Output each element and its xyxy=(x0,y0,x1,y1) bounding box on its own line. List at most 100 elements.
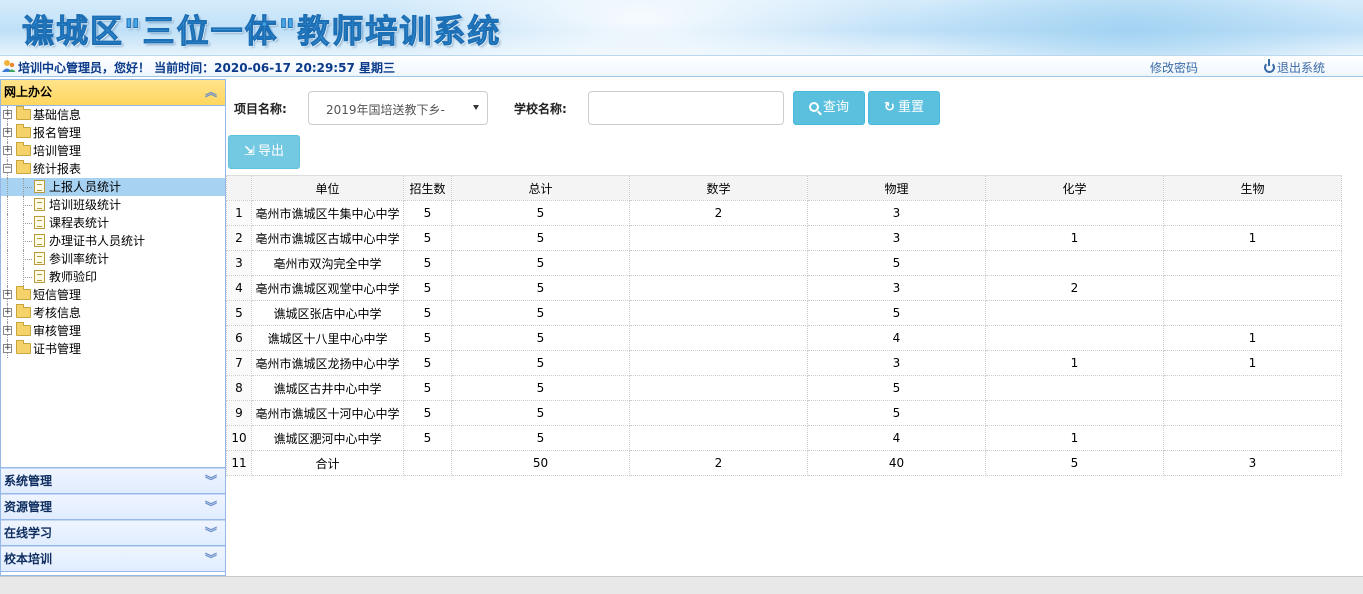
table-cell: 亳州市双沟完全中学 xyxy=(251,250,404,276)
table-cell xyxy=(1163,275,1342,301)
change-password-link[interactable]: 修改密码 xyxy=(1150,59,1198,76)
tree-item-label: 证书管理 xyxy=(33,342,82,356)
table-row[interactable]: 5 谯城区张店中心中学 5 5 5 xyxy=(226,300,1342,326)
table-cell: 亳州市谯城区龙扬中心中学 xyxy=(251,350,404,376)
expand-icon[interactable]: + xyxy=(3,308,12,317)
tree-folder[interactable]: + 报名管理 xyxy=(1,124,225,142)
column-header[interactable]: 数学 xyxy=(629,175,808,201)
chevron-down-icon[interactable]: ︾ xyxy=(205,495,217,520)
table-row[interactable]: 10 谯城区淝河中心中学 5 5 4 1 xyxy=(226,425,1342,451)
panel-header[interactable]: 在线学习 ︾ xyxy=(1,520,225,546)
school-input[interactable] xyxy=(588,91,784,125)
tree-folder[interactable]: + 审核管理 xyxy=(1,322,225,340)
table-row[interactable]: 7 亳州市谯城区龙扬中心中学 5 5 3 1 1 xyxy=(226,350,1342,376)
table-cell: 5 xyxy=(807,250,986,276)
table-row[interactable]: 9 亳州市谯城区十河中心中学 5 5 5 xyxy=(226,400,1342,426)
tree-line xyxy=(7,268,8,286)
column-header[interactable]: 生物 xyxy=(1163,175,1342,201)
table-cell: 5 xyxy=(451,200,630,226)
column-header[interactable]: 化学 xyxy=(985,175,1164,201)
expand-icon[interactable]: + xyxy=(3,128,12,137)
sidebar: 网上办公 ︽ + 基础信息 + 报名管理 + 培训管理 − 统计报表 上报人员统计 培训班级统计课… xyxy=(0,79,226,576)
table-cell: 5 xyxy=(403,275,452,301)
panel-header-office[interactable]: 网上办公 ︽ xyxy=(1,80,225,106)
row-number: 8 xyxy=(226,375,252,401)
tree-folder[interactable]: + 考核信息 xyxy=(1,304,225,322)
collapse-icon[interactable]: − xyxy=(3,164,12,173)
column-header[interactable]: 物理 xyxy=(807,175,986,201)
refresh-icon: ↻ xyxy=(884,100,895,115)
table-cell: 谯城区十八里中心中学 xyxy=(251,325,404,351)
tree-leaf[interactable]: 上报人员统计 xyxy=(1,178,225,196)
tree-item-label: 教师验印 xyxy=(49,270,98,284)
table-cell xyxy=(629,400,808,426)
tree-folder[interactable]: + 短信管理 xyxy=(1,286,225,304)
expand-icon[interactable]: + xyxy=(3,146,12,155)
chevron-down-icon[interactable]: ︾ xyxy=(205,547,217,572)
table-cell xyxy=(1163,200,1342,226)
column-header[interactable] xyxy=(226,175,252,201)
table-cell: 5 xyxy=(403,225,452,251)
column-header[interactable]: 招生数 xyxy=(403,175,452,201)
query-button[interactable]: 查询 xyxy=(793,91,865,125)
table-cell xyxy=(1163,425,1342,451)
table-cell xyxy=(629,300,808,326)
tree-leaf[interactable]: 培训班级统计 xyxy=(1,196,225,214)
expand-icon[interactable]: + xyxy=(3,326,12,335)
panel-header[interactable]: 资源管理 ︾ xyxy=(1,494,225,520)
table-row[interactable]: 6 谯城区十八里中心中学 5 5 4 1 xyxy=(226,325,1342,351)
status-bar: 培训中心管理员，您好！ 当前时间：2020-06-17 20:29:57 星期三… xyxy=(0,55,1363,77)
tree-leaf[interactable]: 教师验印 xyxy=(1,268,225,286)
folder-icon xyxy=(16,124,31,138)
expand-icon[interactable]: + xyxy=(3,344,12,353)
export-icon: ⇲ xyxy=(244,144,255,159)
tree-leaf[interactable]: 课程表统计 xyxy=(1,214,225,232)
table-cell: 5 xyxy=(451,375,630,401)
table-row[interactable]: 3 亳州市双沟完全中学 5 5 5 xyxy=(226,250,1342,276)
tree-line xyxy=(7,232,8,250)
tree-item-label: 课程表统计 xyxy=(49,216,110,230)
table-cell xyxy=(1163,250,1342,276)
tree-folder[interactable]: + 证书管理 xyxy=(1,340,225,358)
search-icon xyxy=(808,102,819,112)
logout-link[interactable]: 退出系统 xyxy=(1264,59,1325,76)
tree-line xyxy=(7,250,8,268)
table-row[interactable]: 11 合计 50 2 40 5 3 xyxy=(226,450,1342,476)
tree-folder[interactable]: − 统计报表 xyxy=(1,160,225,178)
table-cell xyxy=(985,200,1164,226)
table-row[interactable]: 2 亳州市谯城区古城中心中学 5 5 3 1 1 xyxy=(226,225,1342,251)
chevron-up-icon[interactable]: ︽ xyxy=(205,80,217,105)
table-cell: 5 xyxy=(985,450,1164,476)
reset-button[interactable]: ↻ 重置 xyxy=(868,91,940,125)
tree-line xyxy=(23,205,32,206)
table-row[interactable]: 8 谯城区古井中心中学 5 5 5 xyxy=(226,375,1342,401)
export-button[interactable]: ⇲ 导出 xyxy=(228,135,300,169)
table-cell: 4 xyxy=(807,425,986,451)
project-select[interactable]: 2019年国培送教下乡- xyxy=(308,91,488,125)
table-cell: 亳州市谯城区十河中心中学 xyxy=(251,400,404,426)
column-header[interactable]: 单位 xyxy=(251,175,404,201)
table-cell xyxy=(985,325,1164,351)
table-cell: 5 xyxy=(403,250,452,276)
folder-icon xyxy=(16,340,31,354)
table-cell xyxy=(1163,400,1342,426)
row-number: 7 xyxy=(226,350,252,376)
table-row[interactable]: 1 亳州市谯城区牛集中心中学 5 5 2 3 xyxy=(226,200,1342,226)
folder-icon xyxy=(16,106,31,120)
folder-icon xyxy=(16,160,31,174)
expand-icon[interactable]: + xyxy=(3,110,12,119)
table-cell xyxy=(985,300,1164,326)
tree-leaf[interactable]: 办理证书人员统计 xyxy=(1,232,225,250)
column-header[interactable]: 总计 xyxy=(451,175,630,201)
panel-header[interactable]: 校本培训 ︾ xyxy=(1,546,225,572)
expand-icon[interactable]: + xyxy=(3,290,12,299)
tree-line xyxy=(23,187,32,188)
table-cell: 5 xyxy=(403,425,452,451)
table-row[interactable]: 4 亳州市谯城区观堂中心中学 5 5 3 2 xyxy=(226,275,1342,301)
chevron-down-icon[interactable]: ︾ xyxy=(205,521,217,546)
tree-folder[interactable]: + 培训管理 xyxy=(1,142,225,160)
tree-leaf[interactable]: 参训率统计 xyxy=(1,250,225,268)
chevron-down-icon[interactable]: ︾ xyxy=(205,469,217,494)
tree-folder[interactable]: + 基础信息 xyxy=(1,106,225,124)
panel-header[interactable]: 系统管理 ︾ xyxy=(1,468,225,494)
